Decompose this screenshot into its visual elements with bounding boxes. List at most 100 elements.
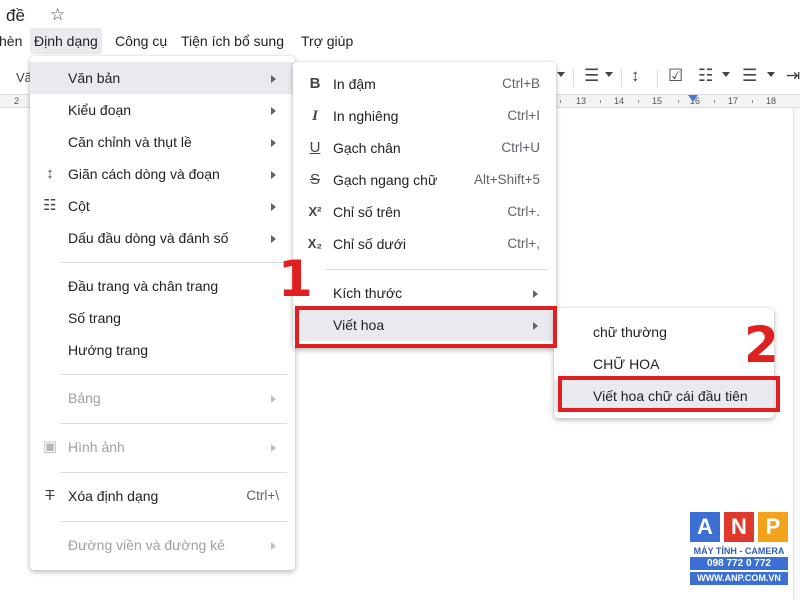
menu-divider [60,423,287,424]
format-menu-item-bullets-numbering[interactable]: Dấu đầu dòng và đánh số [30,222,295,254]
menu-item-label: In nghiêng [333,108,399,124]
menu-divider [60,374,287,375]
text-menu-item-superscript[interactable]: X² Chỉ số trên Ctrl+. [293,196,556,228]
logo-tagline: MÁY TÍNH - CAMERA [693,546,785,556]
format-menu-item-headers-footers[interactable]: Đầu trang và chân trang [30,270,295,302]
format-menu-item-columns[interactable]: ☷ Cột [30,190,295,222]
menu-format[interactable]: Định dạng [30,28,102,54]
ruler-tick [638,100,639,103]
step-number-2: 2 [744,316,779,374]
checklist-icon[interactable]: ☑ [668,66,683,86]
menu-item-shortcut: Ctrl+B [502,76,540,91]
submenu-arrow-icon [271,107,276,115]
submenu-arrow-icon [271,171,276,179]
numbered-list-icon[interactable]: ☰ [742,66,757,86]
case-menu-item-lowercase[interactable]: chữ thường [554,316,774,348]
star-icon[interactable]: ☆ [50,5,65,25]
menu-help[interactable]: Trợ giúp [297,28,357,54]
menu-item-label: Đường viền và đường kẻ [68,537,225,553]
line-spacing-icon: ↕ [46,165,54,182]
text-menu-item-strikethrough[interactable]: S Gạch ngang chữ Alt+Shift+5 [293,164,556,196]
format-menu-item-clear-formatting[interactable]: T Xóa định dạng Ctrl+\ [30,480,295,512]
menu-insert[interactable]: hèn [0,28,26,54]
menu-item-label: Gạch ngang chữ [333,172,438,188]
menu-item-label: Hình ảnh [68,439,125,455]
text-menu-item-italic[interactable]: I In nghiêng Ctrl+I [293,100,556,132]
ruler-tick [600,100,601,103]
format-menu-item-align-indent[interactable]: Căn chỉnh và thụt lề [30,126,295,158]
ruler-tick [752,100,753,103]
menu-item-label: Đầu trang và chân trang [68,278,219,294]
anp-watermark-logo: A N P MÁY TÍNH - CAMERA 098 772 0 772 WW… [690,512,788,588]
ruler-tick [714,100,715,103]
chevron-down-icon[interactable] [605,72,613,77]
format-menu-item-text[interactable]: Văn bản [30,62,295,94]
format-menu-item-borders-lines: Đường viền và đường kẻ [30,529,295,561]
logo-letter: P [758,512,788,542]
menu-item-label: Bảng [68,390,101,406]
toolbar-divider [657,69,658,87]
menu-divider [325,269,548,270]
menu-addons[interactable]: Tiện ích bổ sung [177,28,288,54]
format-menu-item-page-numbers[interactable]: Số trang [30,302,295,334]
format-menu-item-paragraph-styles[interactable]: Kiểu đoạn [30,94,295,126]
format-menu-item-line-spacing[interactable]: ↕ Giãn cách dòng và đoạn [30,158,295,190]
menu-item-label: Xóa định dạng [68,488,159,504]
step-number-1: 1 [278,250,313,308]
menubar: hèn Định dạng Công cụ Tiện ích bổ sung T… [0,28,800,54]
text-menu-item-bold[interactable]: B In đậm Ctrl+B [293,68,556,100]
submenu-arrow-icon [271,395,276,403]
columns-icon: ☷ [43,197,57,214]
chevron-down-icon[interactable] [767,72,775,77]
ruler-label: 18 [766,96,777,106]
text-menu-item-subscript[interactable]: X₂ Chỉ số dưới Ctrl+, [293,228,556,260]
menu-item-label: Văn bản [68,70,121,86]
format-menu-item-image: ▣ Hình ảnh [30,431,295,463]
ruler-tick [678,100,679,103]
align-icon[interactable]: ☰ [584,66,599,86]
toolbar-divider [573,69,574,87]
format-menu-item-page-orientation[interactable]: Hướng trang [30,334,295,366]
logo-website: WWW.ANP.COM.VN [690,572,788,585]
superscript-icon: X² [308,204,322,219]
submenu-arrow-icon [271,139,276,147]
menu-item-shortcut: Ctrl+I [507,108,540,123]
submenu-arrow-icon [271,75,276,83]
format-menu-item-table: Bảng [30,382,295,414]
menu-item-label: Dấu đầu dòng và đánh số [68,230,229,246]
menu-item-label: Số trang [68,310,121,326]
text-menu-item-underline[interactable]: U Gạch chân Ctrl+U [293,132,556,164]
ruler-label: 14 [614,96,625,106]
bold-icon: B [309,75,321,92]
menu-tools[interactable]: Công cụ [111,28,171,54]
ruler-label: 15 [652,96,663,106]
ruler-label: 13 [576,96,587,106]
menu-item-label: Căn chỉnh và thụt lề [68,134,192,150]
strikethrough-icon: S [309,171,320,188]
text-menu-item-size[interactable]: Kích thước [293,277,556,309]
highlight-box-step-1 [295,306,557,348]
chevron-down-icon[interactable] [722,72,730,77]
bulleted-list-icon[interactable]: ☷ [698,66,713,86]
scrollbar[interactable] [793,108,800,600]
logo-phone: 098 772 0 772 [690,557,788,570]
document-title[interactable]: đề [6,6,25,26]
chevron-down-icon[interactable] [557,72,565,77]
menu-item-label: Hướng trang [68,342,149,358]
ruler-tick [560,100,561,103]
clear-format-icon: T [45,487,55,504]
menu-item-label: Chỉ số dưới [333,236,407,252]
image-icon: ▣ [42,438,58,455]
menu-item-label: In đậm [333,76,376,92]
indent-marker[interactable] [688,95,698,102]
menu-item-label: chữ thường [593,324,667,340]
toolbar-divider [621,69,622,87]
line-spacing-icon[interactable]: ↕ [631,66,640,86]
submenu-arrow-icon [271,203,276,211]
menu-item-shortcut: Alt+Shift+5 [473,172,540,187]
highlight-box-step-2 [558,376,780,412]
menu-item-label: Cột [68,198,90,214]
indent-icon[interactable]: ⇥ [786,66,800,86]
menu-item-shortcut: Ctrl+\ [246,488,279,503]
menu-item-label: Chỉ số trên [333,204,401,220]
